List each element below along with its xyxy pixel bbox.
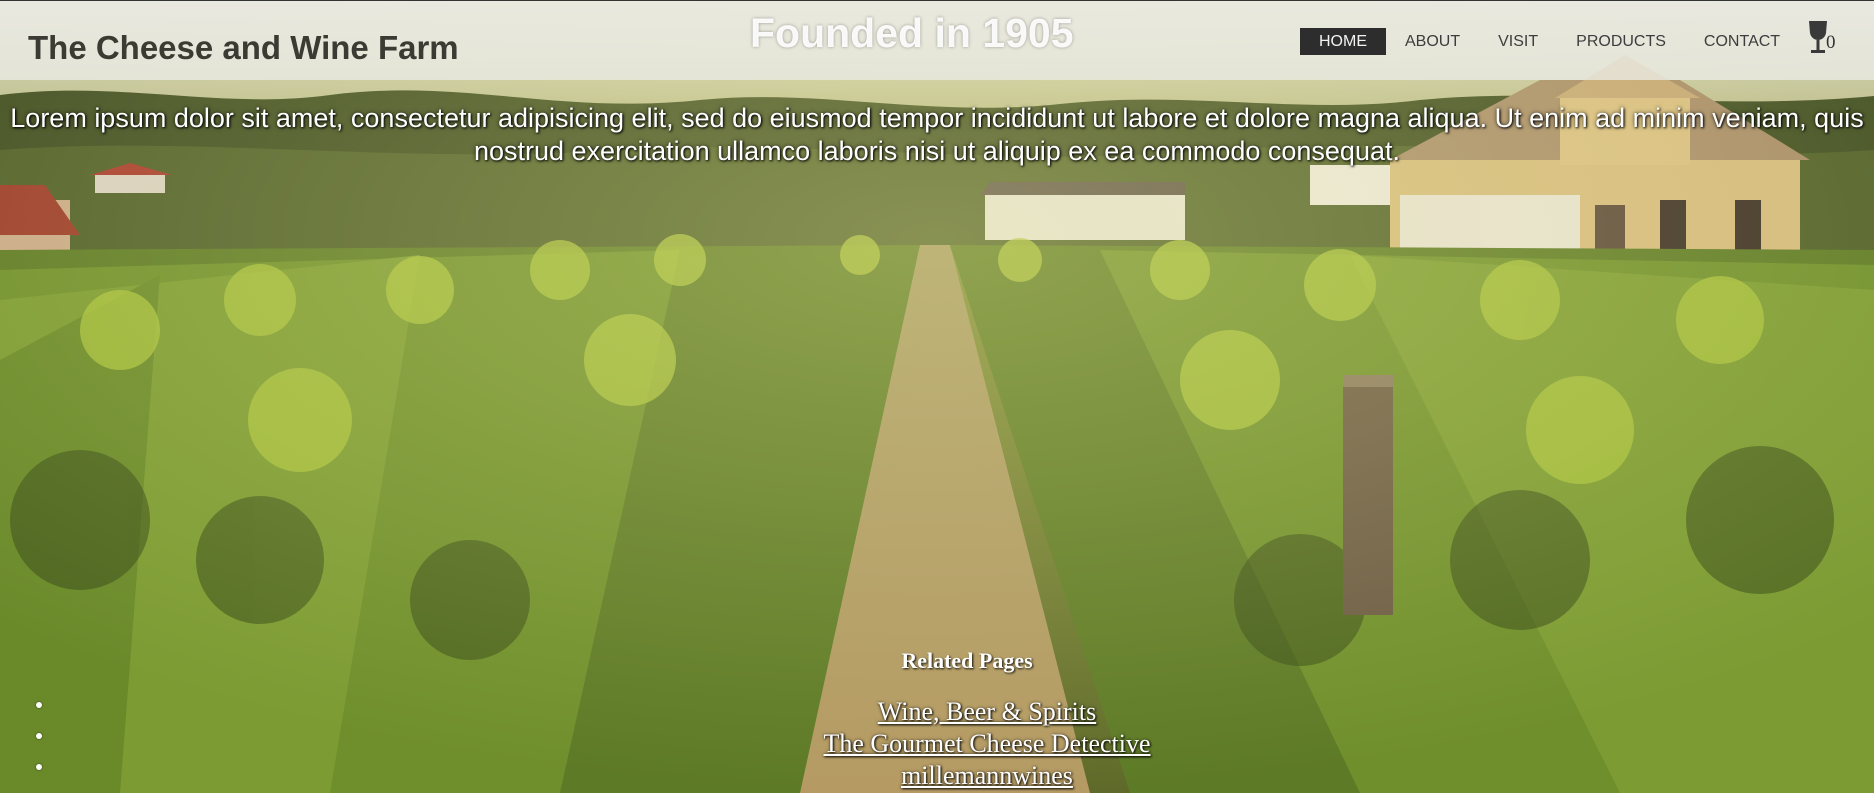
related-link-millemannwines[interactable]: millemannwines [0,760,1874,792]
related-pages-heading: Related Pages [901,648,1033,673]
intro-text: Lorem ipsum dolor sit amet, consectetur … [10,103,1864,166]
site-title[interactable]: The Cheese and Wine Farm [28,31,459,64]
related-link-gourmet-cheese-detective[interactable]: The Gourmet Cheese Detective [0,728,1874,760]
nav-visit[interactable]: VISIT [1479,28,1557,55]
nav-home[interactable]: HOME [1300,28,1386,55]
cart-button[interactable]: 0 [1806,19,1838,57]
founded-tagline: Founded in 1905 [750,10,1074,56]
main-nav: HOME ABOUT VISIT PRODUCTS CONTACT [1300,28,1799,55]
nav-contact[interactable]: CONTACT [1685,28,1799,55]
nav-products[interactable]: PRODUCTS [1557,28,1685,55]
nav-about[interactable]: ABOUT [1386,28,1479,55]
related-pages-list: Wine, Beer & Spirits The Gourmet Cheese … [0,696,1874,792]
related-link-wine-beer-spirits[interactable]: Wine, Beer & Spirits [0,696,1874,728]
site-header: The Cheese and Wine Farm Founded in 1905… [0,0,1874,80]
cart-count: 0 [1826,32,1836,53]
page: The Cheese and Wine Farm Founded in 1905… [0,0,1874,793]
